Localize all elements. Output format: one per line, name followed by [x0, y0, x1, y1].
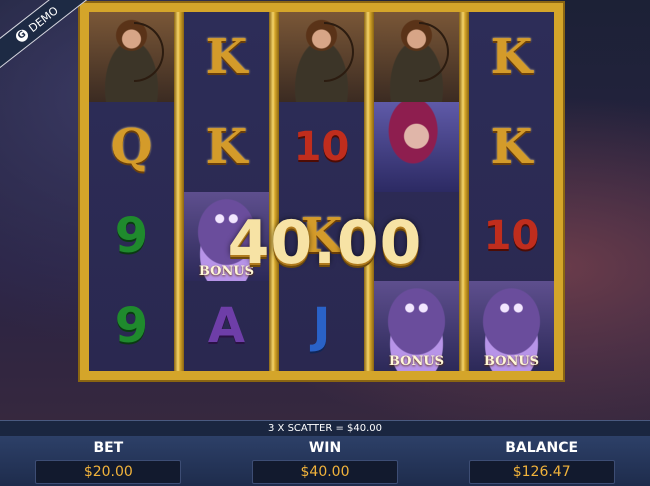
win-value: $40.00: [252, 460, 398, 484]
card-symbol-k: K: [205, 28, 248, 85]
balance-label: BALANCE: [505, 440, 579, 456]
card-symbol-q: Q: [110, 118, 153, 175]
balance-value: $126.47: [468, 460, 615, 484]
bonus-label: BONUS: [388, 354, 445, 369]
reel-divider: [459, 12, 469, 371]
reel-5: K K 10 BONUS: [469, 12, 554, 371]
reel-3: 10 K J: [279, 12, 364, 371]
card-symbol-j: J: [312, 298, 331, 355]
g-logo-icon: G: [13, 27, 31, 44]
card-symbol-10: 10: [293, 123, 350, 170]
archer-symbol: [89, 12, 174, 102]
scatter-win-message: 3 X SCATTER = $40.00: [0, 420, 650, 437]
archer-symbol: [279, 12, 364, 102]
bonus-label: BONUS: [483, 354, 540, 369]
dragon-bonus-symbol: BONUS: [469, 281, 554, 371]
archer-symbol: [374, 12, 459, 102]
card-symbol-a: A: [207, 298, 246, 355]
bet-label: BET: [93, 440, 124, 456]
balance-panel: BALANCE $126.47: [433, 436, 650, 486]
reel-frame: Q 9 9 K K BONUS A 10 K J BONUS K K 10 BONUS: [80, 3, 563, 380]
card-symbol-k: K: [490, 28, 533, 85]
bet-value: $20.00: [35, 460, 182, 484]
dragon-bonus-symbol: BONUS: [374, 281, 459, 371]
win-panel: WIN $40.00: [217, 436, 434, 486]
card-symbol-k: K: [205, 118, 248, 175]
footer-bar: BET $20.00 WIN $40.00 BALANCE $126.47: [0, 436, 650, 486]
reel-divider: [269, 12, 279, 371]
card-symbol-9: 9: [114, 298, 149, 355]
reel-2: K K BONUS A: [184, 12, 269, 371]
reels-grid: Q 9 9 K K BONUS A 10 K J BONUS K K 10 BONUS: [89, 12, 554, 371]
demo-label: DEMO: [26, 3, 61, 35]
bet-panel[interactable]: BET $20.00: [0, 436, 217, 486]
win-label: WIN: [308, 440, 342, 456]
reel-divider: [364, 12, 374, 371]
witch-symbol: [374, 101, 459, 192]
win-amount-display: 40.00: [227, 208, 423, 278]
reel-4: BONUS: [374, 12, 459, 371]
reel-divider: [174, 12, 184, 371]
card-symbol-k: K: [490, 118, 533, 175]
reel-1: Q99: [89, 12, 174, 371]
